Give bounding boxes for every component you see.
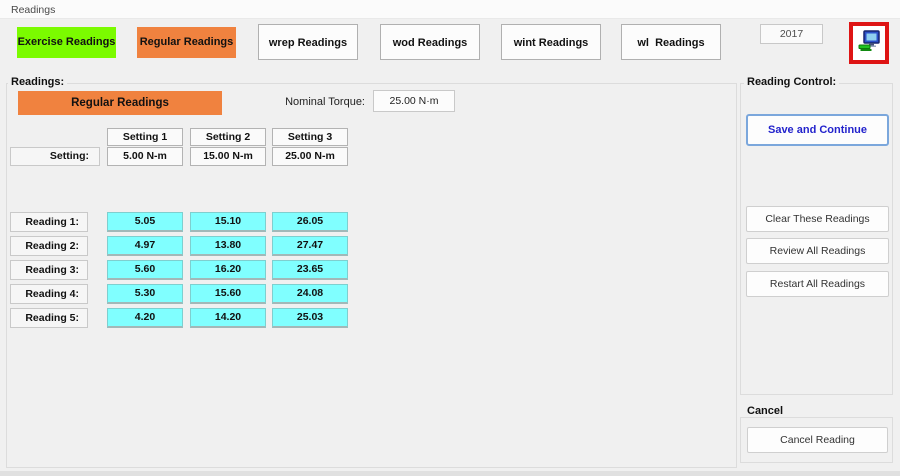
reading-2-label: Reading 2:: [10, 236, 88, 256]
setting-value-1: 5.00 N-m: [107, 147, 183, 166]
column-header-setting-1: Setting 1: [107, 128, 183, 146]
my-computer-icon: [856, 28, 882, 59]
reading-1-label: Reading 1:: [10, 212, 88, 232]
reading-3-value-2[interactable]: 16.20: [190, 260, 266, 280]
setting-value-3: 25.00 N-m: [272, 147, 348, 166]
restart-all-readings-button[interactable]: Restart All Readings: [746, 271, 889, 297]
setting-row-label: Setting:: [10, 147, 100, 166]
reading-5-value-3[interactable]: 25.03: [272, 308, 348, 328]
year-field[interactable]: 2017: [760, 24, 823, 44]
tab-wrep-readings[interactable]: wrep Readings: [258, 24, 358, 60]
save-and-continue-button[interactable]: Save and Continue: [746, 114, 889, 146]
cancel-reading-button[interactable]: Cancel Reading: [747, 427, 888, 453]
reading-2-value-1[interactable]: 4.97: [107, 236, 183, 256]
reading-2-value-3[interactable]: 27.47: [272, 236, 348, 256]
tab-wint-readings[interactable]: wint Readings: [501, 24, 601, 60]
reading-5-value-2[interactable]: 14.20: [190, 308, 266, 328]
column-header-setting-2: Setting 2: [190, 128, 266, 146]
reading-4-value-1[interactable]: 5.30: [107, 284, 183, 304]
window-bottom-edge: [0, 471, 900, 476]
mode-banner[interactable]: Regular Readings: [18, 91, 222, 115]
tab-wod-readings[interactable]: wod Readings: [380, 24, 480, 60]
setting-value-2: 15.00 N-m: [190, 147, 266, 166]
review-all-readings-button[interactable]: Review All Readings: [746, 238, 889, 264]
reading-3-value-1[interactable]: 5.60: [107, 260, 183, 280]
tab-regular-readings[interactable]: Regular Readings: [137, 27, 236, 58]
nominal-torque-field[interactable]: 25.00 N·m: [373, 90, 455, 112]
reading-2-value-2[interactable]: 13.80: [190, 236, 266, 256]
column-header-setting-3: Setting 3: [272, 128, 348, 146]
reading-3-value-3[interactable]: 23.65: [272, 260, 348, 280]
reading-1-value-1[interactable]: 5.05: [107, 212, 183, 232]
my-computer-button[interactable]: [849, 22, 889, 64]
window-title: Readings: [11, 4, 56, 16]
reading-5-value-1[interactable]: 4.20: [107, 308, 183, 328]
reading-4-value-2[interactable]: 15.60: [190, 284, 266, 304]
cancel-section-label: Cancel: [744, 405, 787, 417]
readings-group-label: Readings:: [8, 76, 68, 88]
window-titlebar: Readings: [0, 0, 900, 19]
reading-4-label: Reading 4:: [10, 284, 88, 304]
reading-control-group-label: Reading Control:: [744, 76, 840, 88]
reading-4-value-3[interactable]: 24.08: [272, 284, 348, 304]
reading-1-value-3[interactable]: 26.05: [272, 212, 348, 232]
nominal-torque-label: Nominal Torque:: [285, 96, 365, 108]
clear-these-readings-button[interactable]: Clear These Readings: [746, 206, 889, 232]
reading-5-label: Reading 5:: [10, 308, 88, 328]
reading-3-label: Reading 3:: [10, 260, 88, 280]
reading-1-value-2[interactable]: 15.10: [190, 212, 266, 232]
tab-exercise-readings[interactable]: Exercise Readings: [17, 27, 116, 58]
tab-wl-readings[interactable]: wl Readings: [621, 24, 721, 60]
